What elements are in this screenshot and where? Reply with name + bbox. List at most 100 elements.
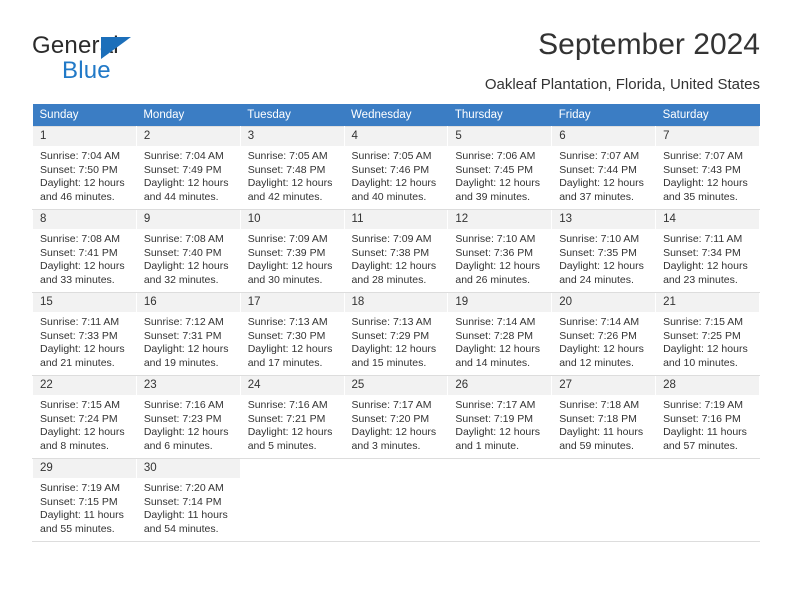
calendar-day-cell[interactable]: 20 Sunrise: 7:14 AM Sunset: 7:26 PM Dayl… <box>551 292 657 376</box>
calendar-day-cell[interactable]: 4 Sunrise: 7:05 AM Sunset: 7:46 PM Dayli… <box>343 126 449 210</box>
day-number: 8 <box>33 210 136 229</box>
calendar-day-cell[interactable]: 22 Sunrise: 7:15 AM Sunset: 7:24 PM Dayl… <box>32 375 137 459</box>
day-details: Sunrise: 7:11 AM Sunset: 7:34 PM Dayligh… <box>656 229 759 287</box>
daylight-text: Daylight: 12 hours and 14 minutes. <box>455 343 541 369</box>
sunrise-text: Sunrise: 7:16 AM <box>247 399 328 411</box>
day-number: 5 <box>448 127 552 146</box>
day-details: Sunrise: 7:05 AM Sunset: 7:46 PM Dayligh… <box>345 146 448 204</box>
sunset-text: Sunset: 7:45 PM <box>455 163 534 176</box>
day-details: Sunrise: 7:13 AM Sunset: 7:30 PM Dayligh… <box>241 312 344 370</box>
calendar-day-cell[interactable]: 6 Sunrise: 7:07 AM Sunset: 7:44 PM Dayli… <box>551 126 657 210</box>
calendar-day-cell[interactable]: 13 Sunrise: 7:10 AM Sunset: 7:35 PM Dayl… <box>551 209 657 293</box>
day-number: 10 <box>240 210 344 229</box>
calendar-day-cell[interactable]: 25 Sunrise: 7:17 AM Sunset: 7:20 PM Dayl… <box>343 375 449 459</box>
sunrise-text: Sunrise: 7:19 AM <box>663 399 744 411</box>
day-number: 9 <box>136 210 240 229</box>
calendar-day-cell[interactable]: 7 Sunrise: 7:07 AM Sunset: 7:43 PM Dayli… <box>655 126 760 210</box>
calendar-week-row: 29 Sunrise: 7:19 AM Sunset: 7:15 PM Dayl… <box>32 458 760 542</box>
day-number: 16 <box>136 293 240 312</box>
day-details: Sunrise: 7:15 AM Sunset: 7:24 PM Dayligh… <box>33 395 136 453</box>
daylight-text: Daylight: 12 hours and 1 minute. <box>455 426 541 452</box>
calendar-day-cell[interactable]: 11 Sunrise: 7:09 AM Sunset: 7:38 PM Dayl… <box>343 209 449 293</box>
daylight-text: Daylight: 12 hours and 46 minutes. <box>40 177 125 203</box>
sunrise-text: Sunrise: 7:11 AM <box>663 233 743 245</box>
calendar-day-cell[interactable]: 3 Sunrise: 7:05 AM Sunset: 7:48 PM Dayli… <box>239 126 345 210</box>
daylight-text: Daylight: 12 hours and 5 minutes. <box>247 426 333 452</box>
calendar-day-cell[interactable]: 19 Sunrise: 7:14 AM Sunset: 7:28 PM Dayl… <box>447 292 553 376</box>
sunrise-text: Sunrise: 7:18 AM <box>559 399 640 411</box>
calendar-day-cell[interactable]: 17 Sunrise: 7:13 AM Sunset: 7:30 PM Dayl… <box>239 292 345 376</box>
day-number: 11 <box>344 210 448 229</box>
sunset-text: Sunset: 7:14 PM <box>143 495 222 508</box>
calendar-day-cell[interactable]: 28 Sunrise: 7:19 AM Sunset: 7:16 PM Dayl… <box>655 375 760 459</box>
daylight-text: Daylight: 12 hours and 21 minutes. <box>40 343 125 369</box>
calendar-day-cell[interactable]: 10 Sunrise: 7:09 AM Sunset: 7:39 PM Dayl… <box>239 209 345 293</box>
sunrise-text: Sunrise: 7:04 AM <box>143 150 224 162</box>
general-blue-logo[interactable]: General Blue <box>32 32 212 84</box>
sunset-text: Sunset: 7:20 PM <box>351 412 430 425</box>
calendar-day-cell[interactable]: 30 Sunrise: 7:20 AM Sunset: 7:14 PM Dayl… <box>135 458 241 542</box>
sunrise-text: Sunrise: 7:17 AM <box>351 399 432 411</box>
sunset-text: Sunset: 7:50 PM <box>40 163 118 176</box>
daylight-text: Daylight: 12 hours and 39 minutes. <box>455 177 541 203</box>
daylight-text: Daylight: 12 hours and 3 minutes. <box>351 426 437 452</box>
calendar-page: General Blue September 2024 Oakleaf Plan… <box>0 0 792 612</box>
day-details: Sunrise: 7:07 AM Sunset: 7:43 PM Dayligh… <box>656 146 759 204</box>
day-number: 14 <box>656 210 759 229</box>
sunset-text: Sunset: 7:15 PM <box>40 495 118 508</box>
day-number: 27 <box>552 376 656 395</box>
day-details: Sunrise: 7:10 AM Sunset: 7:36 PM Dayligh… <box>448 229 551 287</box>
day-details: Sunrise: 7:16 AM Sunset: 7:21 PM Dayligh… <box>241 395 344 453</box>
sunrise-sunset-calendar: Sunday Monday Tuesday Wednesday Thursday… <box>32 104 760 542</box>
sunrise-text: Sunrise: 7:07 AM <box>663 150 744 162</box>
sunrise-text: Sunrise: 7:04 AM <box>40 150 120 162</box>
calendar-day-cell[interactable]: 5 Sunrise: 7:06 AM Sunset: 7:45 PM Dayli… <box>447 126 553 210</box>
calendar-day-cell[interactable]: 1 Sunrise: 7:04 AM Sunset: 7:50 PM Dayli… <box>32 126 137 210</box>
day-number <box>448 459 552 465</box>
day-details: Sunrise: 7:09 AM Sunset: 7:39 PM Dayligh… <box>241 229 344 287</box>
calendar-day-cell[interactable]: 27 Sunrise: 7:18 AM Sunset: 7:18 PM Dayl… <box>551 375 657 459</box>
calendar-day-cell[interactable]: 23 Sunrise: 7:16 AM Sunset: 7:23 PM Dayl… <box>135 375 241 459</box>
day-number: 4 <box>344 127 448 146</box>
day-number: 25 <box>344 376 448 395</box>
day-details: Sunrise: 7:17 AM Sunset: 7:20 PM Dayligh… <box>345 395 448 453</box>
day-number: 22 <box>33 376 136 395</box>
calendar-day-cell[interactable]: 9 Sunrise: 7:08 AM Sunset: 7:40 PM Dayli… <box>135 209 241 293</box>
daylight-text: Daylight: 12 hours and 8 minutes. <box>40 426 125 452</box>
page-header: General Blue September 2024 Oakleaf Plan… <box>0 0 792 100</box>
calendar-day-cell[interactable]: 14 Sunrise: 7:11 AM Sunset: 7:34 PM Dayl… <box>655 209 760 293</box>
calendar-day-cell[interactable]: 24 Sunrise: 7:16 AM Sunset: 7:21 PM Dayl… <box>239 375 345 459</box>
calendar-day-cell[interactable]: 2 Sunrise: 7:04 AM Sunset: 7:49 PM Dayli… <box>135 126 241 210</box>
sunrise-text: Sunrise: 7:10 AM <box>455 233 536 245</box>
daylight-text: Daylight: 11 hours and 57 minutes. <box>663 426 747 452</box>
calendar-day-cell[interactable]: 26 Sunrise: 7:17 AM Sunset: 7:19 PM Dayl… <box>447 375 553 459</box>
sunset-text: Sunset: 7:19 PM <box>455 412 534 425</box>
day-details: Sunrise: 7:14 AM Sunset: 7:26 PM Dayligh… <box>552 312 655 370</box>
day-number: 24 <box>240 376 344 395</box>
calendar-day-cell[interactable]: 29 Sunrise: 7:19 AM Sunset: 7:15 PM Dayl… <box>32 458 137 542</box>
sunset-text: Sunset: 7:39 PM <box>247 246 326 259</box>
calendar-day-cell[interactable]: 18 Sunrise: 7:13 AM Sunset: 7:29 PM Dayl… <box>343 292 449 376</box>
sunrise-text: Sunrise: 7:08 AM <box>143 233 224 245</box>
day-details: Sunrise: 7:15 AM Sunset: 7:25 PM Dayligh… <box>656 312 759 370</box>
day-number: 7 <box>656 127 759 146</box>
day-number <box>344 459 448 465</box>
day-details: Sunrise: 7:09 AM Sunset: 7:38 PM Dayligh… <box>345 229 448 287</box>
weekday-header-monday: Monday <box>136 104 241 127</box>
daylight-text: Daylight: 12 hours and 28 minutes. <box>351 260 437 286</box>
calendar-day-cell[interactable]: 12 Sunrise: 7:10 AM Sunset: 7:36 PM Dayl… <box>447 209 553 293</box>
calendar-week-row: 1 Sunrise: 7:04 AM Sunset: 7:50 PM Dayli… <box>32 126 760 210</box>
weekday-header-wednesday: Wednesday <box>344 104 448 127</box>
calendar-day-cell[interactable]: 21 Sunrise: 7:15 AM Sunset: 7:25 PM Dayl… <box>655 292 760 376</box>
sunset-text: Sunset: 7:21 PM <box>247 412 326 425</box>
calendar-day-cell[interactable]: 16 Sunrise: 7:12 AM Sunset: 7:31 PM Dayl… <box>135 292 241 376</box>
calendar-day-cell[interactable]: 15 Sunrise: 7:11 AM Sunset: 7:33 PM Dayl… <box>32 292 137 376</box>
day-number: 21 <box>656 293 759 312</box>
daylight-text: Daylight: 12 hours and 40 minutes. <box>351 177 437 203</box>
day-number: 26 <box>448 376 552 395</box>
calendar-day-cell[interactable]: 8 Sunrise: 7:08 AM Sunset: 7:41 PM Dayli… <box>32 209 137 293</box>
calendar-day-cell-empty <box>239 458 345 542</box>
sunset-text: Sunset: 7:48 PM <box>247 163 326 176</box>
day-number <box>552 459 656 465</box>
day-details: Sunrise: 7:17 AM Sunset: 7:19 PM Dayligh… <box>448 395 551 453</box>
